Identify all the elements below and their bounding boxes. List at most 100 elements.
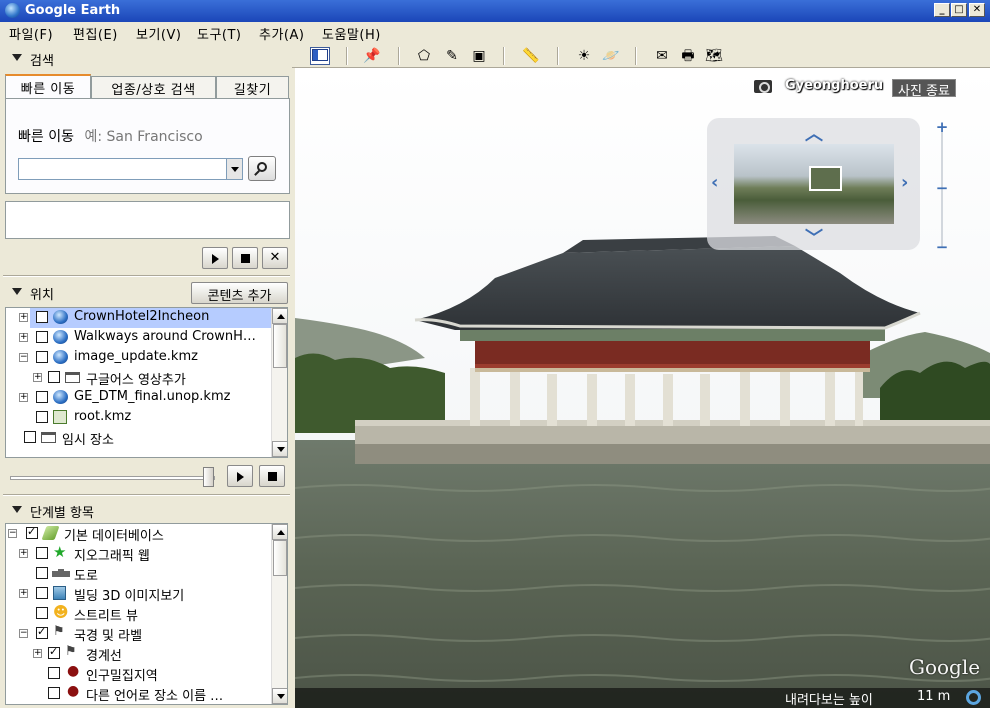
- checkbox[interactable]: [36, 331, 48, 343]
- checkbox[interactable]: [48, 667, 60, 679]
- scroll-thumb[interactable]: [273, 540, 287, 576]
- tab-fly-to[interactable]: 빠른 이동: [5, 74, 91, 98]
- expand-icon[interactable]: +: [33, 373, 42, 382]
- menu-tools[interactable]: 도구(T): [197, 24, 242, 43]
- print-icon[interactable]: 🖶: [678, 47, 698, 65]
- tree-item[interactable]: CrownHotel2Incheon: [30, 308, 272, 328]
- tree-item[interactable]: ☻ 스트리트 뷰: [30, 603, 272, 624]
- stop-button[interactable]: [232, 247, 258, 269]
- collapse-icon[interactable]: −: [19, 353, 28, 362]
- checkbox[interactable]: [48, 687, 60, 699]
- search-input[interactable]: [18, 158, 228, 180]
- chevron-down-icon[interactable]: ﹀: [805, 224, 823, 250]
- sidebar-toggle-icon[interactable]: [310, 47, 330, 65]
- menu-edit[interactable]: 편집(E): [73, 24, 118, 43]
- tree-item[interactable]: ● 인구밀집지역: [46, 663, 272, 684]
- scroll-up-button[interactable]: [272, 524, 287, 540]
- zoom-in-icon[interactable]: +: [934, 120, 950, 135]
- tree-item[interactable]: image_update.kmz: [30, 348, 272, 368]
- places-scrollbar[interactable]: [271, 308, 287, 457]
- collapse-triangle-icon[interactable]: [12, 54, 22, 61]
- checkbox[interactable]: [36, 411, 48, 423]
- collapse-icon[interactable]: −: [8, 529, 17, 538]
- search-results[interactable]: [5, 201, 290, 239]
- chevron-left-icon[interactable]: ‹: [711, 172, 718, 193]
- sunlight-icon[interactable]: ☀: [574, 47, 594, 65]
- expand-icon[interactable]: +: [19, 333, 28, 342]
- google-maps-icon[interactable]: 🗺: [704, 47, 724, 65]
- scroll-thumb[interactable]: [273, 324, 287, 368]
- play-button[interactable]: [202, 247, 228, 269]
- expand-icon[interactable]: +: [19, 313, 28, 322]
- menu-help[interactable]: 도움말(H): [322, 24, 381, 43]
- checkbox[interactable]: [36, 567, 48, 579]
- tour-slider-track[interactable]: [10, 476, 215, 480]
- tree-item[interactable]: 구글어스 영상추가: [46, 368, 272, 388]
- email-icon[interactable]: ✉: [652, 47, 672, 65]
- search-section-header[interactable]: 검색: [3, 46, 290, 70]
- expand-icon[interactable]: +: [19, 589, 28, 598]
- earth-viewport[interactable]: Gyeonghoeru 사진 종료 ︿ ‹ › ﹀ + − − Google 내…: [295, 68, 990, 708]
- tree-item[interactable]: root.kmz: [30, 408, 272, 428]
- checkbox[interactable]: [48, 645, 60, 659]
- checkbox[interactable]: [36, 607, 48, 619]
- tour-stop-button[interactable]: [259, 465, 285, 487]
- collapse-triangle-icon[interactable]: [12, 506, 22, 513]
- zoom-slider[interactable]: + − −: [932, 118, 952, 263]
- planet-icon[interactable]: 🪐: [601, 47, 621, 65]
- chevron-right-icon[interactable]: ›: [901, 172, 908, 193]
- collapse-triangle-icon[interactable]: [12, 288, 22, 295]
- checkbox[interactable]: [36, 351, 48, 363]
- polygon-icon[interactable]: ⬠: [414, 47, 434, 65]
- clear-search-button[interactable]: ✕: [262, 247, 288, 269]
- tree-item[interactable]: 기본 데이터베이스: [24, 524, 272, 544]
- tree-item[interactable]: ⚑ 국경 및 라벨: [30, 624, 272, 644]
- checkbox[interactable]: [26, 525, 38, 539]
- tree-item[interactable]: Walkways around CrownH…: [30, 328, 272, 348]
- path-icon[interactable]: ✎: [442, 47, 462, 65]
- minimize-button[interactable]: _: [934, 3, 950, 17]
- tree-item[interactable]: ● 다른 언어로 장소 이름 …: [46, 683, 272, 704]
- expand-icon[interactable]: +: [19, 549, 28, 558]
- panorama-view-frame[interactable]: [809, 166, 842, 191]
- checkbox[interactable]: [36, 391, 48, 403]
- exit-photo-button[interactable]: 사진 종료: [892, 79, 956, 99]
- tree-item[interactable]: 임시 장소: [24, 428, 272, 448]
- checkbox[interactable]: [36, 311, 48, 323]
- checkbox[interactable]: [36, 625, 48, 639]
- layers-scrollbar[interactable]: [271, 524, 287, 704]
- collapse-icon[interactable]: −: [19, 629, 28, 638]
- zoom-thumb[interactable]: −: [934, 181, 950, 196]
- panorama-navigator[interactable]: ︿ ‹ › ﹀: [707, 118, 920, 250]
- chevron-up-icon[interactable]: ︿: [805, 120, 823, 146]
- tab-local-search[interactable]: 업종/상호 검색: [91, 76, 216, 98]
- tab-directions[interactable]: 길찾기: [216, 76, 289, 98]
- menu-view[interactable]: 보기(V): [136, 24, 181, 43]
- menu-add[interactable]: 추가(A): [259, 24, 304, 43]
- search-history-dropdown[interactable]: [226, 158, 243, 180]
- ruler-icon[interactable]: 📏: [521, 47, 541, 65]
- tour-play-button[interactable]: [227, 465, 253, 487]
- scroll-down-button[interactable]: [272, 441, 287, 457]
- zoom-out-icon[interactable]: −: [934, 240, 950, 255]
- checkbox[interactable]: [36, 547, 48, 559]
- maximize-button[interactable]: □: [951, 3, 967, 17]
- expand-icon[interactable]: +: [33, 649, 42, 658]
- tree-item[interactable]: ⚑ 경계선: [46, 644, 272, 664]
- tree-item[interactable]: 빌딩 3D 이미지보기: [30, 584, 272, 604]
- expand-icon[interactable]: +: [19, 393, 28, 402]
- tree-item[interactable]: 도로: [30, 564, 272, 584]
- menu-file[interactable]: 파일(F): [9, 24, 53, 43]
- tour-slider-thumb[interactable]: [203, 467, 214, 487]
- close-button[interactable]: ✕: [969, 3, 985, 17]
- panorama-preview[interactable]: [734, 144, 894, 224]
- checkbox[interactable]: [24, 431, 36, 443]
- layers-section-header[interactable]: 단계별 항목: [3, 498, 290, 522]
- placemark-icon[interactable]: 📌: [362, 47, 382, 65]
- scroll-down-button[interactable]: [272, 688, 287, 704]
- add-content-button[interactable]: 콘텐츠 추가: [191, 282, 288, 304]
- checkbox[interactable]: [48, 371, 60, 383]
- checkbox[interactable]: [36, 587, 48, 599]
- tree-item[interactable]: GE_DTM_final.unop.kmz: [30, 388, 272, 408]
- scroll-up-button[interactable]: [272, 308, 287, 324]
